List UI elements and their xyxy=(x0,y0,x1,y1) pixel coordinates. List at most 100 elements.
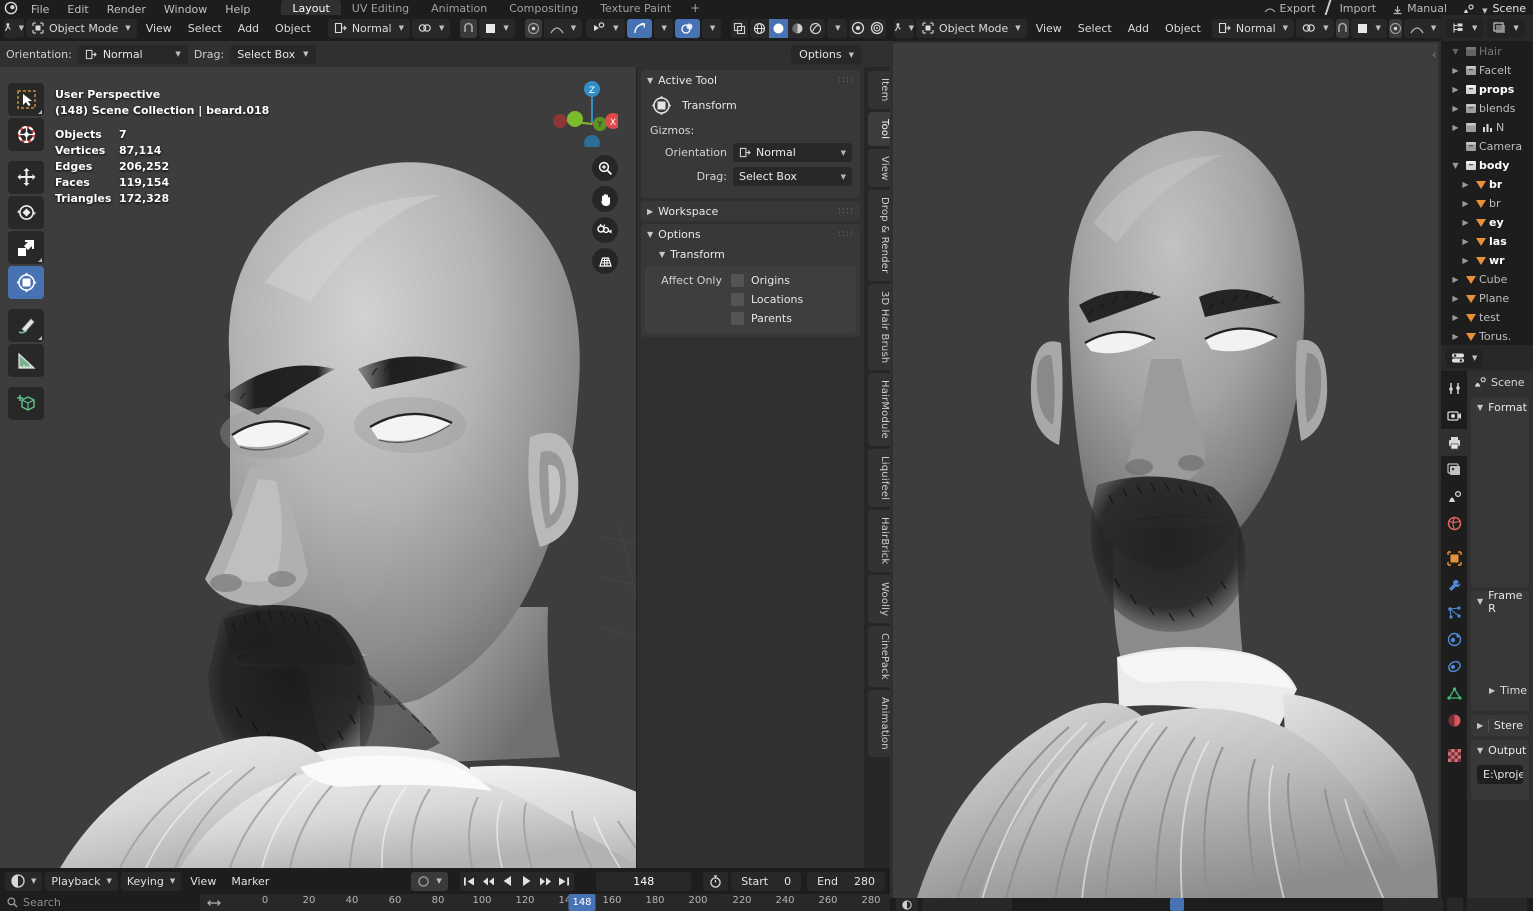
outliner-row-hair[interactable]: ▼ Hair xyxy=(1441,42,1533,61)
toggle-button[interactable] xyxy=(1170,898,1184,911)
properties-editor-type-icon[interactable]: ▼ xyxy=(1445,349,1483,368)
outliner-row-mesh[interactable]: ▶ br xyxy=(1441,194,1533,213)
annotate-tool[interactable] xyxy=(8,309,44,342)
disclosure-triangle-icon[interactable]: ▶ xyxy=(1459,237,1472,246)
timer-icon[interactable] xyxy=(1447,898,1463,911)
sidebar-tab-view[interactable]: View xyxy=(868,149,890,188)
object-tab-icon[interactable] xyxy=(1441,545,1467,572)
drag-grip-icon[interactable]: :::: xyxy=(838,206,854,216)
workspace-header[interactable]: ▶ Workspace :::: xyxy=(641,201,860,221)
frame-range-panel-header[interactable]: ▼ Frame R xyxy=(1471,591,1529,612)
orientation-dropdown[interactable]: Normal ▼ xyxy=(733,143,852,162)
disclosure-triangle-icon[interactable]: ▶ xyxy=(1449,313,1462,322)
outliner-row-cube[interactable]: ▶ Cube xyxy=(1441,270,1533,289)
tool-tab-icon[interactable] xyxy=(1441,375,1467,402)
checkbox-icon[interactable] xyxy=(731,274,744,287)
menu-group[interactable] xyxy=(1016,898,1166,911)
viewport-render-icon[interactable] xyxy=(849,19,868,38)
frame-field[interactable] xyxy=(1383,898,1443,911)
falloff-selector[interactable]: ▼ xyxy=(1404,19,1441,38)
sidebar-tab-liquifeel[interactable]: Liquifeel xyxy=(868,449,890,507)
sidebar-tab-animation[interactable]: Animation xyxy=(868,690,890,757)
toggle-perspective-icon[interactable] xyxy=(592,248,618,274)
cursor-tool[interactable] xyxy=(8,118,44,151)
add-cube-tool[interactable] xyxy=(8,387,44,420)
scene-tab-icon[interactable] xyxy=(1441,483,1467,510)
outliner-filter-view-layer[interactable]: ▼ xyxy=(1487,19,1524,38)
object-mode-selector[interactable]: Object Mode ▼ xyxy=(26,19,137,38)
disclosure-triangle-icon[interactable]: ▶ xyxy=(1449,85,1462,94)
output-tab-icon[interactable] xyxy=(1441,429,1467,456)
shading-wireframe-icon[interactable] xyxy=(750,19,769,38)
outliner-row-torus[interactable]: ▶ Torus. xyxy=(1441,327,1533,345)
rotate-tool[interactable] xyxy=(8,196,44,229)
disclosure-triangle-icon[interactable]: ▶ xyxy=(1449,123,1462,132)
physics-tab-icon[interactable] xyxy=(1441,626,1467,653)
frame-end-field[interactable]: End 280 xyxy=(807,872,885,891)
menu-view[interactable]: View xyxy=(139,19,179,38)
checkbox-icon[interactable] xyxy=(1488,719,1489,732)
measure-tool[interactable] xyxy=(8,344,44,377)
orientation-dropdown[interactable]: Normal ▼ xyxy=(78,45,188,64)
tab-animation[interactable]: Animation xyxy=(420,0,498,15)
checkbox-icon[interactable] xyxy=(731,312,744,325)
snap-magnet-icon[interactable] xyxy=(460,19,477,38)
proportional-edit-icon[interactable] xyxy=(525,19,542,38)
falloff-selector[interactable]: ▼ xyxy=(544,19,582,38)
collapse-sidebar-arrow-right[interactable]: ‹ xyxy=(1432,48,1436,61)
sidebar-tab-woolly[interactable]: Woolly xyxy=(868,575,890,623)
outliner-row-mesh[interactable]: ▶ br xyxy=(1441,175,1533,194)
output-panel-header[interactable]: ▼ Output xyxy=(1471,740,1529,761)
editor-type-icon[interactable]: ▼ xyxy=(894,19,914,38)
disclosure-triangle-icon[interactable]: ▼ xyxy=(1449,161,1462,170)
shading-dropdown[interactable]: ▼ xyxy=(827,19,846,38)
tweak-select-box-tool[interactable] xyxy=(8,83,44,116)
options-header[interactable]: ▼ Options :::: xyxy=(641,224,860,244)
menu-object[interactable]: Object xyxy=(1158,19,1208,38)
visibility-selector[interactable]: ▼ xyxy=(586,19,624,38)
overlays-dropdown[interactable]: ▼ xyxy=(702,19,721,38)
disclosure-triangle-icon[interactable]: ▶ xyxy=(1449,294,1462,303)
manual-button[interactable]: Manual xyxy=(1384,0,1455,15)
navigation-gizmo[interactable]: Z Y X xyxy=(548,77,618,147)
render-tab-icon[interactable] xyxy=(1441,402,1467,429)
scene-selector[interactable]: ▼ Scene xyxy=(1455,0,1533,15)
viewport-right-canvas[interactable] xyxy=(893,43,1438,911)
modifier-tab-icon[interactable] xyxy=(1441,572,1467,599)
editor-type-icon[interactable]: ▼ xyxy=(4,19,24,38)
outliner-row-mesh[interactable]: ▶ las xyxy=(1441,232,1533,251)
gizmo-toggle[interactable] xyxy=(627,19,652,38)
pan-hand-icon[interactable] xyxy=(592,186,618,212)
disclosure-triangle-icon[interactable]: ▶ xyxy=(1449,332,1462,341)
disclosure-triangle-icon[interactable]: ▼ xyxy=(1449,47,1462,56)
options-button[interactable]: Options ▼ xyxy=(791,45,862,64)
extra-menu[interactable] xyxy=(1188,898,1268,911)
search-input[interactable]: Search xyxy=(0,894,200,911)
playhead[interactable]: 148 xyxy=(568,894,595,911)
disclosure-triangle-icon[interactable]: ▶ xyxy=(1449,104,1462,113)
add-workspace-button[interactable]: + xyxy=(682,0,708,15)
shading-solid-icon[interactable] xyxy=(769,19,788,38)
menu-file[interactable]: File xyxy=(22,4,58,15)
tab-texture-paint[interactable]: Texture Paint xyxy=(589,0,682,15)
sidebar-tab-item[interactable]: Item xyxy=(868,71,890,109)
pivot-point-selector[interactable]: ▼ xyxy=(1296,19,1334,38)
menu-select[interactable]: Select xyxy=(181,19,229,38)
outliner-display-mode[interactable]: ▼ xyxy=(1446,19,1483,38)
shading-rendered-icon[interactable] xyxy=(806,19,825,38)
gizmo-dropdown[interactable]: ▼ xyxy=(654,19,673,38)
sidebar-tab-cinepack[interactable]: CinePack xyxy=(868,626,890,687)
zoom-icon[interactable] xyxy=(592,155,618,181)
transform-tool[interactable] xyxy=(8,266,44,299)
collapse-sidebar-arrow-left[interactable]: › xyxy=(880,728,884,741)
menu-select[interactable]: Select xyxy=(1071,19,1119,38)
checkbox-icon[interactable] xyxy=(731,293,744,306)
transform-subheader[interactable]: ▼ Transform xyxy=(645,244,856,264)
menu-object[interactable]: Object xyxy=(268,19,318,38)
transform-orientation-selector[interactable]: Normal ▼ xyxy=(328,19,410,38)
marker-menu[interactable]: Marker xyxy=(225,872,275,891)
overlays-toggle[interactable] xyxy=(675,19,700,38)
outliner-row-test[interactable]: ▶ test xyxy=(1441,308,1533,327)
data-tab-icon[interactable] xyxy=(1441,680,1467,707)
material-tab-icon[interactable] xyxy=(1441,707,1467,734)
